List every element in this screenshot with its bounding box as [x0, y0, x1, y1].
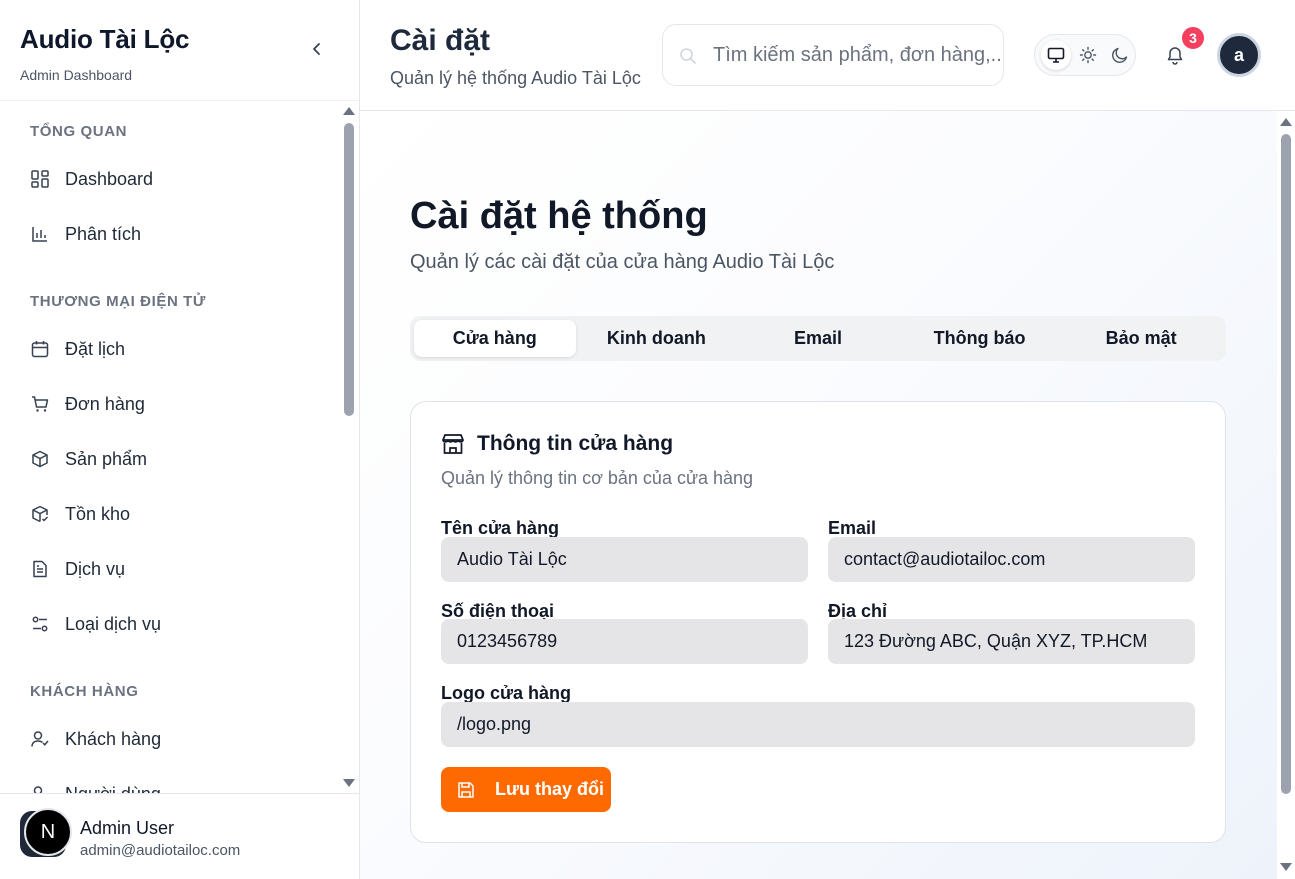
- tab-store[interactable]: Cửa hàng: [414, 320, 576, 357]
- user-email: admin@audiotailoc.com: [80, 842, 241, 859]
- user-check-icon: [30, 730, 49, 749]
- page-title: Cài đặt hệ thống: [410, 195, 708, 237]
- cart-icon: [30, 395, 49, 414]
- sidebar-item-users[interactable]: Người dùng: [30, 779, 161, 793]
- save-button[interactable]: Lưu thay đổi: [441, 767, 611, 812]
- sidebar-item-products[interactable]: Sản phẩm: [30, 444, 147, 474]
- sidebar-item-service-types[interactable]: Loại dịch vụ: [30, 609, 161, 639]
- chevron-left-icon: [313, 43, 320, 55]
- page-subtitle: Quản lý các cài đặt của cửa hàng Audio T…: [410, 251, 835, 273]
- store-name-field[interactable]: [441, 537, 808, 582]
- main-content: Cài đặt hệ thống Quản lý các cài đặt của…: [360, 111, 1277, 879]
- sidebar-item-label: Người dùng: [65, 784, 161, 794]
- tab-business[interactable]: Kinh doanh: [576, 320, 738, 357]
- sidebar-scrollbar[interactable]: [342, 101, 358, 793]
- avatar[interactable]: N: [24, 808, 72, 856]
- sidebar-item-label: Đặt lịch: [65, 338, 126, 359]
- section-title-customers: KHÁCH HÀNG: [30, 683, 139, 700]
- sidebar-item-dashboard[interactable]: Dashboard: [30, 164, 153, 194]
- sidebar-nav: TỔNG QUAN Dashboard Phân tích THƯƠNG MẠI…: [0, 101, 342, 793]
- theme-switcher: [1034, 34, 1136, 76]
- section-title-ecommerce: THƯƠNG MẠI ĐIỆN TỬ: [30, 293, 206, 310]
- chart-icon: [30, 225, 49, 244]
- sidebar-item-label: Tồn kho: [65, 503, 131, 524]
- scroll-down-arrow[interactable]: [1280, 863, 1292, 871]
- monitor-icon: [1047, 47, 1065, 63]
- store-info-card: Thông tin cửa hàng Quản lý thông tin cơ …: [410, 401, 1226, 843]
- address-field[interactable]: [828, 619, 1195, 664]
- sidebar-item-label: Sản phẩm: [65, 448, 148, 469]
- sidebar-item-label: Phân tích: [65, 223, 142, 244]
- theme-dark-button[interactable]: [1105, 40, 1135, 70]
- settings-tabs: Cửa hàng Kinh doanh Email Thông báo Bảo …: [410, 316, 1226, 361]
- scroll-thumb[interactable]: [344, 123, 354, 416]
- sidebar-item-inventory[interactable]: Tồn kho: [30, 499, 130, 529]
- sidebar-item-label: Dashboard: [65, 168, 154, 189]
- package-check-icon: [30, 505, 49, 524]
- tab-security[interactable]: Bảo mật: [1060, 320, 1222, 357]
- sidebar-item-label: Dịch vụ: [65, 558, 126, 579]
- collapse-sidebar-button[interactable]: [306, 36, 328, 62]
- calendar-icon: [30, 340, 49, 359]
- file-icon: [30, 560, 49, 579]
- scroll-thumb[interactable]: [1281, 134, 1291, 794]
- settings-sliders-icon: [30, 615, 49, 634]
- bell-icon: [1167, 47, 1183, 65]
- main-scrollbar[interactable]: [1277, 111, 1295, 879]
- sidebar: Audio Tài Lộc Admin Dashboard TỔNG QUAN …: [0, 0, 360, 879]
- user-avatar[interactable]: a: [1217, 33, 1261, 77]
- email-label: Email: [828, 518, 877, 538]
- email-field[interactable]: [828, 537, 1195, 582]
- header-subtitle: Quản lý hệ thống Audio Tài Lộc: [390, 68, 641, 88]
- package-icon: [30, 450, 49, 469]
- sidebar-item-customers[interactable]: Khách hàng: [30, 724, 161, 754]
- tab-notifications[interactable]: Thông báo: [899, 320, 1061, 357]
- sidebar-header: Audio Tài Lộc Admin Dashboard: [0, 0, 359, 101]
- sidebar-item-analytics[interactable]: Phân tích: [30, 219, 141, 249]
- phone-field[interactable]: [441, 619, 808, 664]
- sidebar-item-booking[interactable]: Đặt lịch: [30, 334, 125, 364]
- sidebar-item-orders[interactable]: Đơn hàng: [30, 389, 145, 419]
- tab-email[interactable]: Email: [737, 320, 899, 357]
- top-header: Cài đặt Quản lý hệ thống Audio Tài Lộc 3…: [360, 0, 1295, 111]
- store-icon: [442, 434, 464, 454]
- scroll-down-arrow[interactable]: [343, 779, 355, 787]
- sidebar-user-panel[interactable]: N Admin User admin@audiotailoc.com: [0, 793, 359, 879]
- sidebar-item-label: Khách hàng: [65, 728, 162, 749]
- card-title: Thông tin cửa hàng: [477, 432, 674, 455]
- save-icon: [458, 781, 474, 798]
- header-title: Cài đặt: [390, 24, 491, 57]
- card-subtitle: Quản lý thông tin cơ bản của cửa hàng: [441, 468, 754, 488]
- sun-icon: [1079, 46, 1097, 64]
- sidebar-item-services[interactable]: Dịch vụ: [30, 554, 125, 584]
- scroll-up-arrow[interactable]: [1280, 118, 1292, 126]
- section-title-overview: TỔNG QUAN: [30, 123, 128, 140]
- user-name: Admin User: [80, 818, 175, 838]
- users-icon: [30, 785, 49, 793]
- store-name-label: Tên cửa hàng: [441, 518, 560, 538]
- logo-field[interactable]: [441, 702, 1195, 747]
- theme-light-button[interactable]: [1073, 40, 1103, 70]
- sidebar-item-label: Loại dịch vụ: [65, 613, 162, 634]
- card-header: Thông tin cửa hàng: [441, 432, 673, 456]
- brand-subtitle: Admin Dashboard: [20, 67, 133, 83]
- scroll-up-arrow[interactable]: [343, 107, 355, 115]
- search-icon: [680, 48, 696, 64]
- notification-badge: 3: [1180, 25, 1206, 51]
- search-box[interactable]: [662, 24, 1004, 86]
- save-button-label: Lưu thay đổi: [495, 779, 605, 799]
- theme-system-button[interactable]: [1041, 40, 1071, 70]
- brand-name: Audio Tài Lộc: [20, 24, 190, 54]
- logo-label: Logo cửa hàng: [441, 683, 572, 703]
- sidebar-item-label: Đơn hàng: [65, 393, 145, 414]
- dashboard-icon: [30, 170, 49, 189]
- moon-icon: [1112, 47, 1128, 63]
- search-input[interactable]: [713, 25, 1003, 85]
